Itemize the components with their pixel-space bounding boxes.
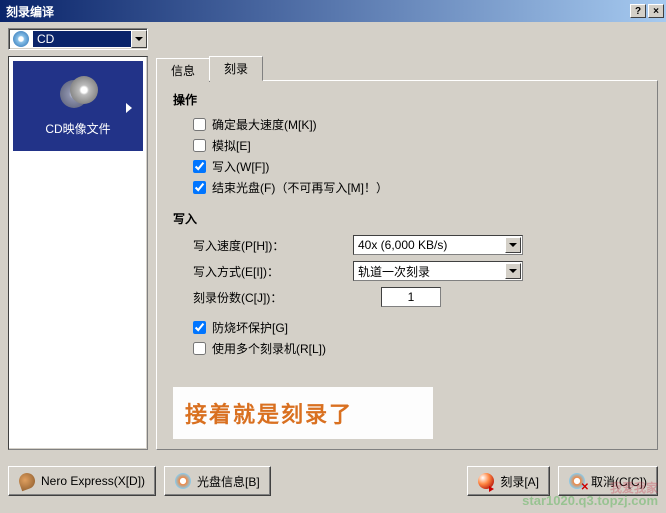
chevron-right-icon [126,103,137,113]
sidebar-item-label: CD映像文件 [45,120,110,137]
checkbox-write[interactable] [193,160,206,173]
tab-panel-burn: 操作 确定最大速度(M[K]) 模拟[E] 写入(W[F]) 结束光盘(F)（不… [156,80,658,450]
checkbox-max-speed[interactable] [193,118,206,131]
cd-icon [13,31,29,47]
chevron-down-icon[interactable] [505,237,521,253]
row-speed: 写入速度(P[H])： 40x (6,000 KB/s) [193,235,641,255]
watermark: 我爱我家 star1020.q3.topzj.com [522,482,658,507]
row-simulate: 模拟[E] [193,137,641,154]
row-write: 写入(W[F]) [193,158,641,175]
row-buffer-protect: 防烧坏保护[G] [193,319,641,336]
row-finalize: 结束光盘(F)（不可再写入[M]！） [193,179,641,196]
express-icon [17,471,38,492]
window-title: 刻录编译 [2,3,628,20]
disc-info-label: 光盘信息[B] [197,473,260,490]
watermark-line2: star1020.q3.topzj.com [522,494,658,507]
row-max-speed: 确定最大速度(M[K]) [193,116,641,133]
row-copies: 刻录份数(C[J])： 1 [193,287,641,307]
label-simulate: 模拟[E] [212,137,251,154]
sidebar-item-cd-image[interactable]: CD映像文件 [13,61,143,151]
input-copies[interactable]: 1 [381,287,441,307]
label-copies: 刻录份数(C[J])： [193,289,353,306]
disc-info-icon [175,473,191,489]
section-writing-title: 写入 [173,210,641,227]
chevron-down-icon[interactable] [505,263,521,279]
burn-icon [478,473,494,489]
select-speed-value: 40x (6,000 KB/s) [358,238,447,252]
select-speed[interactable]: 40x (6,000 KB/s) [353,235,523,255]
help-button[interactable]: ? [630,4,646,18]
label-multi-recorder: 使用多个刻录机(R[L]) [212,340,326,357]
label-speed: 写入速度(P[H])： [193,237,353,254]
label-write: 写入(W[F]) [212,158,269,175]
select-method[interactable]: 轨道一次刻录 [353,261,523,281]
annotation-text: 接着就是刻录了 [173,387,433,439]
row-multi-recorder: 使用多个刻录机(R[L]) [193,340,641,357]
section-operation-title: 操作 [173,91,641,108]
checkbox-simulate[interactable] [193,139,206,152]
disc-info-button[interactable]: 光盘信息[B] [164,466,271,496]
title-bar: 刻录编译 ? × [0,0,666,22]
label-max-speed: 确定最大速度(M[K]) [212,116,317,133]
select-method-value: 轨道一次刻录 [358,263,430,280]
row-method: 写入方式(E[I])： 轨道一次刻录 [193,261,641,281]
checkbox-buffer-protect[interactable] [193,321,206,334]
toolbar: CD [0,22,666,56]
nero-express-label: Nero Express(X[D]) [41,474,145,488]
label-buffer-protect: 防烧坏保护[G] [212,319,288,336]
label-finalize: 结束光盘(F)（不可再写入[M]！） [212,179,388,196]
tab-burn[interactable]: 刻录 [209,56,263,81]
disc-icon [60,76,96,112]
label-method: 写入方式(E[I])： [193,263,353,280]
device-combo[interactable]: CD [8,28,148,50]
chevron-down-icon[interactable] [131,30,147,48]
tab-info[interactable]: 信息 [156,58,210,82]
sidebar: CD映像文件 [8,56,148,450]
checkbox-multi-recorder[interactable] [193,342,206,355]
device-combo-label: CD [33,31,131,47]
nero-express-button[interactable]: Nero Express(X[D]) [8,466,156,496]
tab-bar: 信息 刻录 [156,56,658,80]
checkbox-finalize[interactable] [193,181,206,194]
close-button[interactable]: × [648,4,664,18]
content-panel: 信息 刻录 操作 确定最大速度(M[K]) 模拟[E] 写入(W[F]) 结束光… [156,56,658,450]
